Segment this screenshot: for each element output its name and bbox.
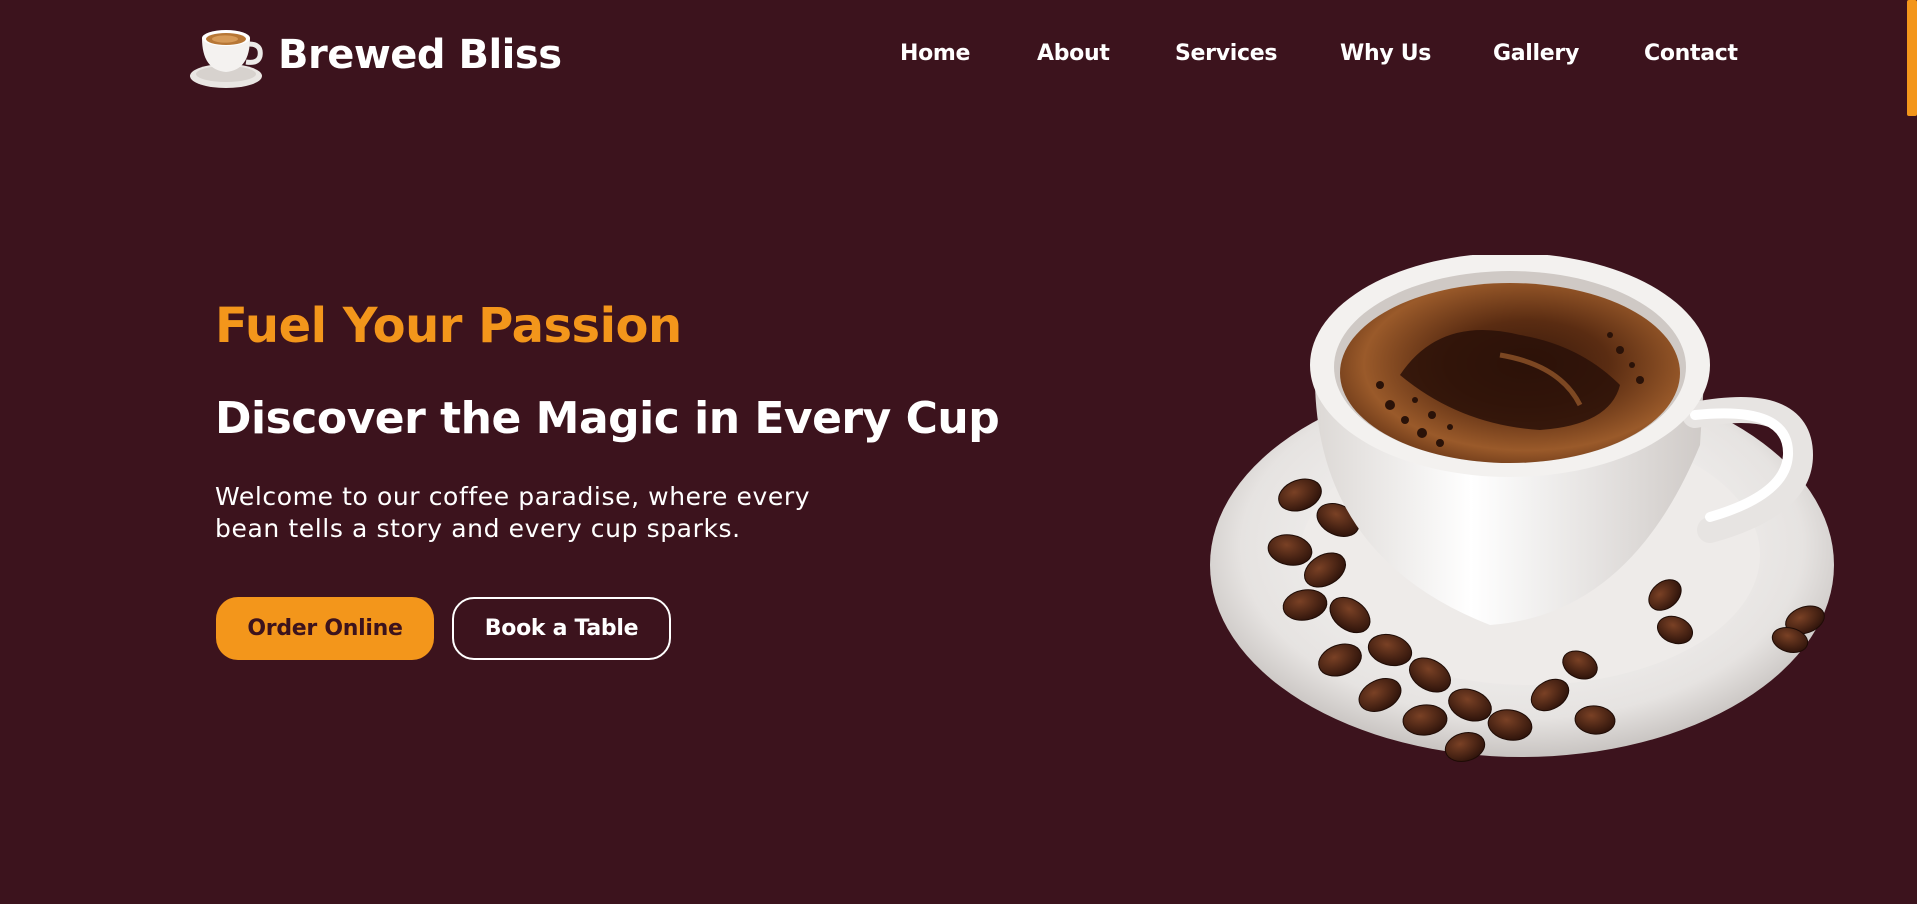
site-header: Brewed Bliss Home About Services Why Us … bbox=[0, 0, 1900, 110]
book-table-button[interactable]: Book a Table bbox=[452, 597, 671, 660]
nav-contact[interactable]: Contact bbox=[1644, 41, 1738, 66]
scrollbar[interactable] bbox=[1907, 0, 1917, 904]
hero-tagline: Fuel Your Passion bbox=[215, 298, 682, 354]
nav-about[interactable]: About bbox=[1037, 41, 1110, 66]
order-online-button[interactable]: Order Online bbox=[216, 597, 434, 660]
nav-home[interactable]: Home bbox=[900, 41, 970, 66]
nav-gallery[interactable]: Gallery bbox=[1493, 41, 1579, 66]
nav-services[interactable]: Services bbox=[1175, 41, 1277, 66]
nav-why-us[interactable]: Why Us bbox=[1340, 41, 1431, 66]
hero-description: Welcome to our coffee paradise, where ev… bbox=[215, 482, 811, 543]
scrollbar-thumb[interactable] bbox=[1907, 0, 1917, 116]
main-nav: Home About Services Why Us Gallery Conta… bbox=[0, 41, 1900, 71]
page: Brewed Bliss Home About Services Why Us … bbox=[0, 0, 1917, 904]
coffee-cup-with-beans-image bbox=[1210, 255, 1834, 762]
hero-headline: Discover the Magic in Every Cup bbox=[215, 393, 1000, 444]
